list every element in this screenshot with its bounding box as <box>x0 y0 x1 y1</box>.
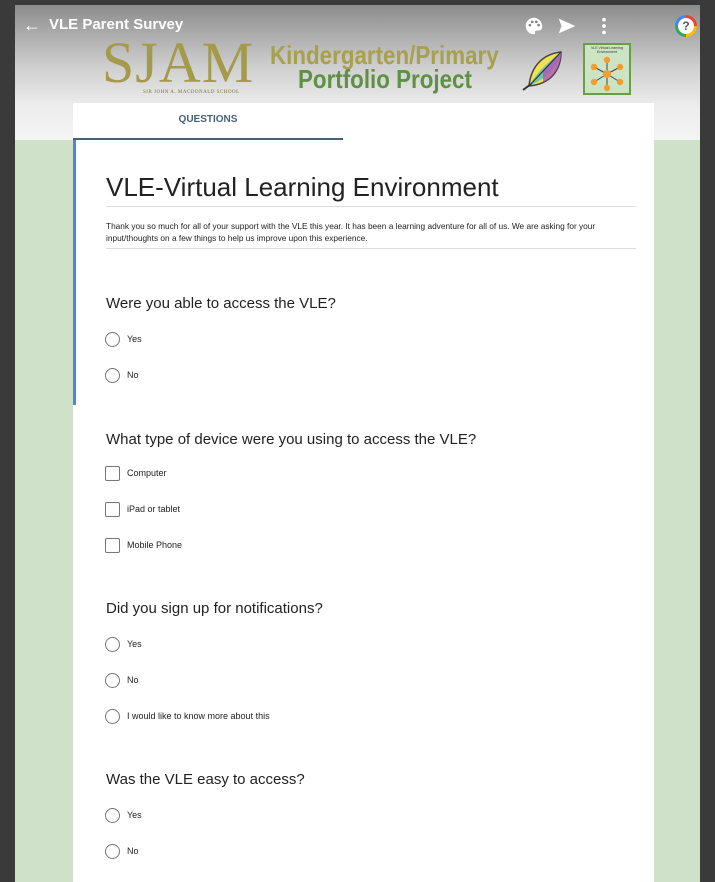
palette-icon[interactable] <box>523 15 545 37</box>
divider <box>106 248 636 249</box>
header: SJAM SIR JOHN A. MACDONALD SCHOOL Kinder… <box>15 5 700 140</box>
more-vert-icon[interactable] <box>593 15 615 37</box>
question-title: What type of device were you using to ac… <box>106 431 477 448</box>
option-label: Mobile Phone <box>127 540 183 550</box>
option-label: I would like to know more about this <box>127 711 270 721</box>
vle-logo: VLE Virtual Learning Environment <box>583 43 631 95</box>
project-title-line2: Portfolio Project <box>298 64 472 94</box>
option-label: Yes <box>127 639 142 649</box>
option-label: Yes <box>127 810 142 820</box>
form-card: VLE-Virtual Learning Environment Thank y… <box>73 140 654 882</box>
question-title: Did you sign up for notifications? <box>106 600 323 617</box>
tabs-bar: QUESTIONS <box>73 103 654 140</box>
radio-button[interactable] <box>105 368 120 383</box>
app-frame: SJAM SIR JOHN A. MACDONALD SCHOOL Kinder… <box>15 5 700 882</box>
vle-logo-text: VLE Virtual Learning Environment <box>590 46 624 54</box>
help-icon[interactable]: ? <box>675 15 697 37</box>
option-label: No <box>127 846 139 856</box>
send-icon[interactable] <box>556 15 578 37</box>
back-arrow-icon[interactable]: ← <box>23 15 41 35</box>
option-label: iPad or tablet <box>127 504 181 514</box>
section-accent-bar <box>73 140 76 405</box>
radio-button[interactable] <box>105 637 120 652</box>
radio-button[interactable] <box>105 332 120 347</box>
toolbar: ← VLE Parent Survey <box>15 13 700 41</box>
help-glyph: ? <box>678 18 694 34</box>
form-description: Thank you so much for all of your suppor… <box>106 221 596 243</box>
radio-button[interactable] <box>105 844 120 859</box>
option-label: No <box>127 675 139 685</box>
checkbox[interactable] <box>105 538 120 553</box>
checkbox[interactable] <box>105 502 120 517</box>
checkbox[interactable] <box>105 466 120 481</box>
leaf-icon <box>522 51 562 91</box>
option-label: No <box>127 370 139 380</box>
option-label: Computer <box>127 468 167 478</box>
question-title: Was the VLE easy to access? <box>106 771 305 788</box>
app-title: VLE Parent Survey <box>49 16 184 33</box>
school-logo: SJAM <box>102 30 255 95</box>
divider <box>106 206 636 207</box>
network-icon <box>590 56 624 92</box>
tab-questions[interactable]: QUESTIONS <box>73 103 343 137</box>
radio-button[interactable] <box>105 709 120 724</box>
option-label: Yes <box>127 334 142 344</box>
radio-button[interactable] <box>105 808 120 823</box>
question-title: Were you able to access the VLE? <box>106 295 336 312</box>
school-name: SIR JOHN A. MACDONALD SCHOOL <box>143 90 240 95</box>
radio-button[interactable] <box>105 673 120 688</box>
form-title: VLE-Virtual Learning Environment <box>106 172 499 202</box>
